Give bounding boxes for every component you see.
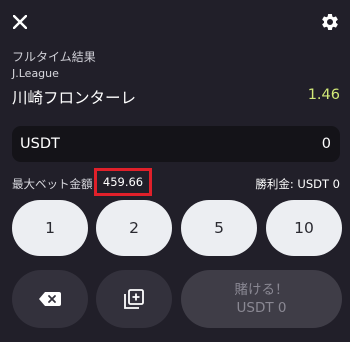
settings-button[interactable] <box>317 9 343 35</box>
max-bet-label: 最大ベット金額 <box>12 177 93 191</box>
close-button[interactable] <box>10 11 30 33</box>
quick-amount-button-5[interactable]: 5 <box>181 200 257 256</box>
stake-currency: USDT <box>20 136 60 152</box>
place-bet-amount: USDT 0 <box>236 300 287 316</box>
stake-input[interactable]: USDT 0 <box>12 126 340 162</box>
quick-amount-button-2[interactable]: 2 <box>96 200 172 256</box>
market-name: フルタイム結果 <box>12 50 96 64</box>
close-icon <box>13 15 27 29</box>
backspace-icon <box>39 292 61 306</box>
stake-value: 0 <box>321 136 331 152</box>
place-bet-button[interactable]: 賭ける！ USDT 0 <box>181 270 342 328</box>
max-bet-value: 459.66 <box>94 168 152 196</box>
backspace-button[interactable] <box>12 270 88 328</box>
copy-add-icon <box>124 289 144 309</box>
quick-amount-button-1[interactable]: 1 <box>12 200 88 256</box>
bet-slip-panel: フルタイム結果 J.League 川崎フロンターレ 1.46 USDT 0 最大… <box>0 0 350 342</box>
gear-icon <box>322 13 338 30</box>
winnings-label: 勝利金: USDT 0 <box>255 177 340 191</box>
place-bet-label: 賭ける！ <box>234 282 289 298</box>
selection-name: 川崎フロンターレ <box>12 89 137 107</box>
odds-value: 1.46 <box>307 87 340 103</box>
quick-amount-button-10[interactable]: 10 <box>266 200 342 256</box>
league-name: J.League <box>12 67 59 80</box>
copy-add-button[interactable] <box>96 270 172 328</box>
